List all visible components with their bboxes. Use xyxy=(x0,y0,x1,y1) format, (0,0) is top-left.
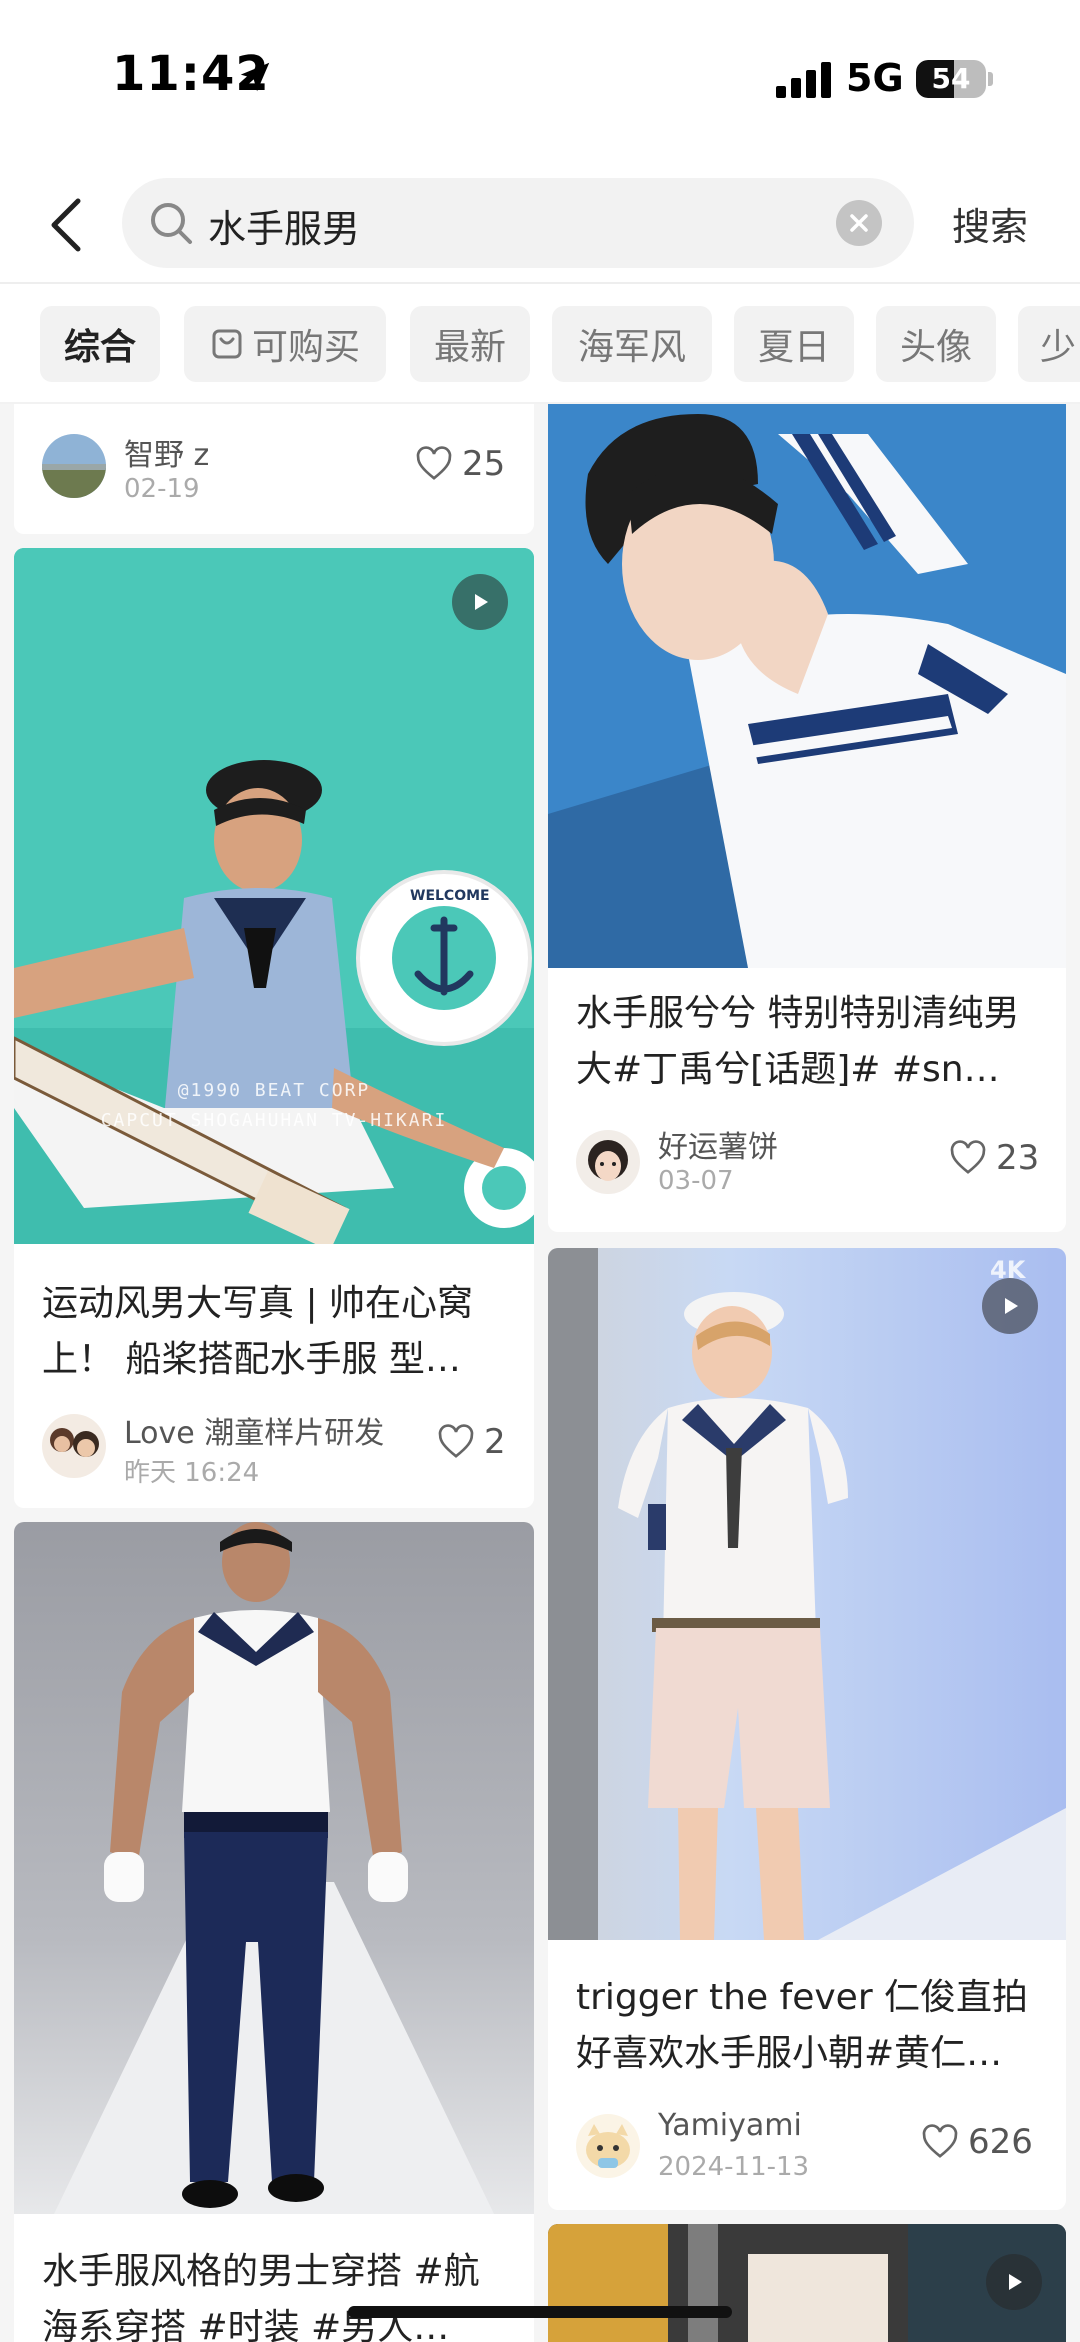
author-name: 好运薯饼 xyxy=(658,1130,778,1165)
heart-icon xyxy=(950,1140,986,1174)
like-button[interactable]: 2 xyxy=(436,1422,506,1462)
chip-more[interactable]: 少 xyxy=(1018,306,1080,382)
results-feed: 智野 z 02-19 25 @1990 BEAT CORP CAPCUT SHO… xyxy=(0,404,1080,2342)
location-arrow-icon xyxy=(240,62,270,92)
post-date: 02-19 xyxy=(124,474,200,504)
life-ring-text: WELCOME xyxy=(410,888,490,904)
author-name: Love 潮童样片研发 xyxy=(124,1416,385,1451)
play-button[interactable] xyxy=(452,574,508,630)
cover-image: 4K xyxy=(548,1248,1066,1940)
note-card[interactable]: 智野 z 02-19 25 xyxy=(14,404,534,534)
heart-icon xyxy=(438,1424,474,1458)
cover-image xyxy=(14,1522,534,2214)
play-button[interactable] xyxy=(986,2254,1042,2310)
network-type: 5G xyxy=(846,56,904,100)
chip-label: 海军风 xyxy=(577,327,686,368)
chip-avatar[interactable]: 头像 xyxy=(876,306,996,382)
battery-level: 54 xyxy=(931,62,971,95)
chip-latest[interactable]: 最新 xyxy=(410,306,530,382)
author-name: 智野 z xyxy=(124,438,210,473)
cover-image: @1990 BEAT CORP CAPCUT SHOGAHUHAN TV-HIK… xyxy=(14,548,534,1251)
note-card[interactable]: 4K trigger the fever 仁俊直拍好喜欢水手服小朝#黄仁… Ya… xyxy=(548,1248,1066,2210)
play-icon xyxy=(1009,2274,1022,2290)
like-count: 23 xyxy=(996,1138,1040,1178)
status-bar: 11:42 5G 54 xyxy=(0,0,1080,160)
play-icon xyxy=(475,594,488,610)
like-button[interactable]: 23 xyxy=(948,1138,1039,1178)
chip-purchasable[interactable]: 可购买 xyxy=(184,306,386,382)
avatar xyxy=(576,2114,640,2178)
avatar xyxy=(576,1130,640,1194)
search-icon xyxy=(151,203,192,244)
search-query: 水手服男 xyxy=(208,207,361,251)
chip-label: 最新 xyxy=(433,327,506,368)
chip-summer[interactable]: 夏日 xyxy=(734,306,854,382)
post-date: 昨天 16:24 xyxy=(124,1458,260,1488)
home-indicator[interactable] xyxy=(348,2306,732,2318)
chip-label: 头像 xyxy=(899,327,972,368)
like-button[interactable]: 25 xyxy=(414,444,505,484)
like-count: 626 xyxy=(968,2122,1033,2162)
chip-general[interactable]: 综合 xyxy=(40,306,160,382)
chevron-left-icon xyxy=(51,198,81,252)
chip-navy-style[interactable]: 海军风 xyxy=(552,306,712,382)
author-name: Yamiyami xyxy=(658,2108,802,2143)
post-date: 2024-11-13 xyxy=(658,2152,810,2182)
cover-image xyxy=(548,404,1066,968)
image-watermark: @1990 BEAT CORP CAPCUT SHOGAHUHAN TV-HIK… xyxy=(14,1076,534,1136)
search-header: 水手服男 搜索 xyxy=(0,170,1080,282)
chip-label: 综合 xyxy=(63,327,136,368)
chip-label: 可购买 xyxy=(251,327,360,368)
note-title: trigger the fever 仁俊直拍好喜欢水手服小朝#黄仁… xyxy=(576,1977,1029,2074)
like-button[interactable]: 626 xyxy=(920,2122,1033,2162)
search-input[interactable]: 水手服男 xyxy=(122,178,914,268)
cellular-signal-icon xyxy=(776,62,831,98)
like-count: 25 xyxy=(462,444,506,484)
battery-icon: 54 xyxy=(916,60,986,98)
watermark-line: @1990 BEAT CORP xyxy=(177,1080,371,1101)
play-button[interactable] xyxy=(982,1278,1038,1334)
like-count: 2 xyxy=(484,1422,506,1462)
chip-label: 少 xyxy=(1040,327,1077,368)
avatar xyxy=(42,1414,106,1478)
avatar xyxy=(42,434,106,498)
chip-label: 夏日 xyxy=(757,327,830,368)
note-title: 水手服风格的男士穿搭 #航海系穿搭 #时装 #男人… xyxy=(42,2251,480,2342)
watermark-line: CAPCUT SHOGAHUHAN TV-HIKARI xyxy=(100,1110,448,1131)
note-card[interactable]: 水手服兮兮 特别特别清纯男大#丁禹兮[话题]# #sn… 好运薯饼 03-07 … xyxy=(548,404,1066,1232)
close-icon xyxy=(850,214,868,232)
back-button[interactable] xyxy=(36,190,96,260)
note-card[interactable] xyxy=(548,2224,1066,2342)
shopping-bag-icon xyxy=(212,329,242,359)
note-card[interactable]: 水手服风格的男士穿搭 #航海系穿搭 #时装 #男人… xyxy=(14,1522,534,2342)
filter-chips: 综合 可购买 最新 海军风 夏日 头像 少 xyxy=(0,306,1080,382)
battery-tip xyxy=(988,72,993,86)
clear-search-button[interactable] xyxy=(836,200,882,246)
note-title: 运动风男大写真 | 帅在心窝上！ 船桨搭配水手服 型… xyxy=(42,1283,474,1380)
play-icon xyxy=(1005,1298,1018,1314)
note-title: 水手服兮兮 特别特别清纯男大#丁禹兮[话题]# #sn… xyxy=(576,993,1020,1090)
heart-icon xyxy=(922,2124,958,2158)
search-button[interactable]: 搜索 xyxy=(952,196,1028,251)
heart-icon xyxy=(416,446,452,480)
note-card[interactable]: @1990 BEAT CORP CAPCUT SHOGAHUHAN TV-HIK… xyxy=(14,548,534,1508)
header-divider xyxy=(0,282,1080,284)
post-date: 03-07 xyxy=(658,1166,734,1196)
